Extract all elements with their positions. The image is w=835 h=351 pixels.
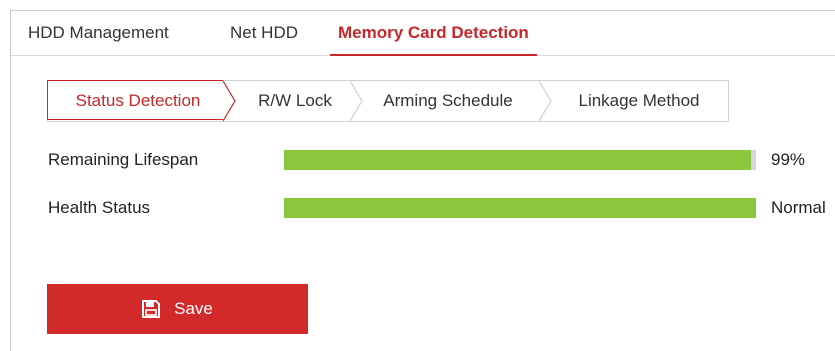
subtab-linkage-method[interactable]: Linkage Method [553, 80, 725, 122]
subtab-arming-schedule[interactable]: Arming Schedule [363, 80, 533, 122]
remaining-lifespan-fill [284, 150, 752, 170]
save-label: Save [174, 299, 213, 318]
remaining-lifespan-label: Remaining Lifespan [48, 150, 199, 169]
remaining-lifespan-bar [284, 150, 756, 170]
remaining-lifespan-value: 99% [771, 150, 806, 169]
tab-memory-card-detection[interactable]: Memory Card Detection [330, 11, 537, 56]
subtab-status-detection[interactable]: Status Detection [47, 80, 229, 122]
save-button[interactable]: Save [47, 284, 308, 334]
subtab-rw-lock-label: R/W Lock [258, 91, 332, 110]
subtab-linkage-method-label: Linkage Method [578, 91, 700, 110]
remaining-lifespan-row: Remaining Lifespan 99% [48, 147, 835, 173]
health-status-row: Health Status Normal [48, 195, 835, 221]
subtab-status-detection-label: Status Detection [75, 91, 201, 110]
chevron-right-icon [539, 80, 552, 122]
health-status-label: Health Status [48, 198, 151, 217]
tab-hdd-management[interactable]: HDD Management [28, 11, 169, 55]
subtab-arming-schedule-label: Arming Schedule [383, 91, 513, 110]
sub-tab-bar: Status Detection R/W Lock Arming Schedul… [47, 80, 729, 122]
health-status-value: Normal [771, 198, 826, 217]
chevron-right-icon [350, 80, 363, 122]
chevron-right-icon [223, 80, 236, 122]
top-tab-bar: HDD Management Net HDD Memory Card Detec… [11, 11, 835, 56]
subtab-rw-lock[interactable]: R/W Lock [240, 80, 350, 122]
tab-net-hdd[interactable]: Net HDD [230, 11, 298, 55]
save-icon [142, 300, 161, 318]
health-status-bar [284, 198, 756, 218]
health-status-fill [284, 198, 756, 218]
